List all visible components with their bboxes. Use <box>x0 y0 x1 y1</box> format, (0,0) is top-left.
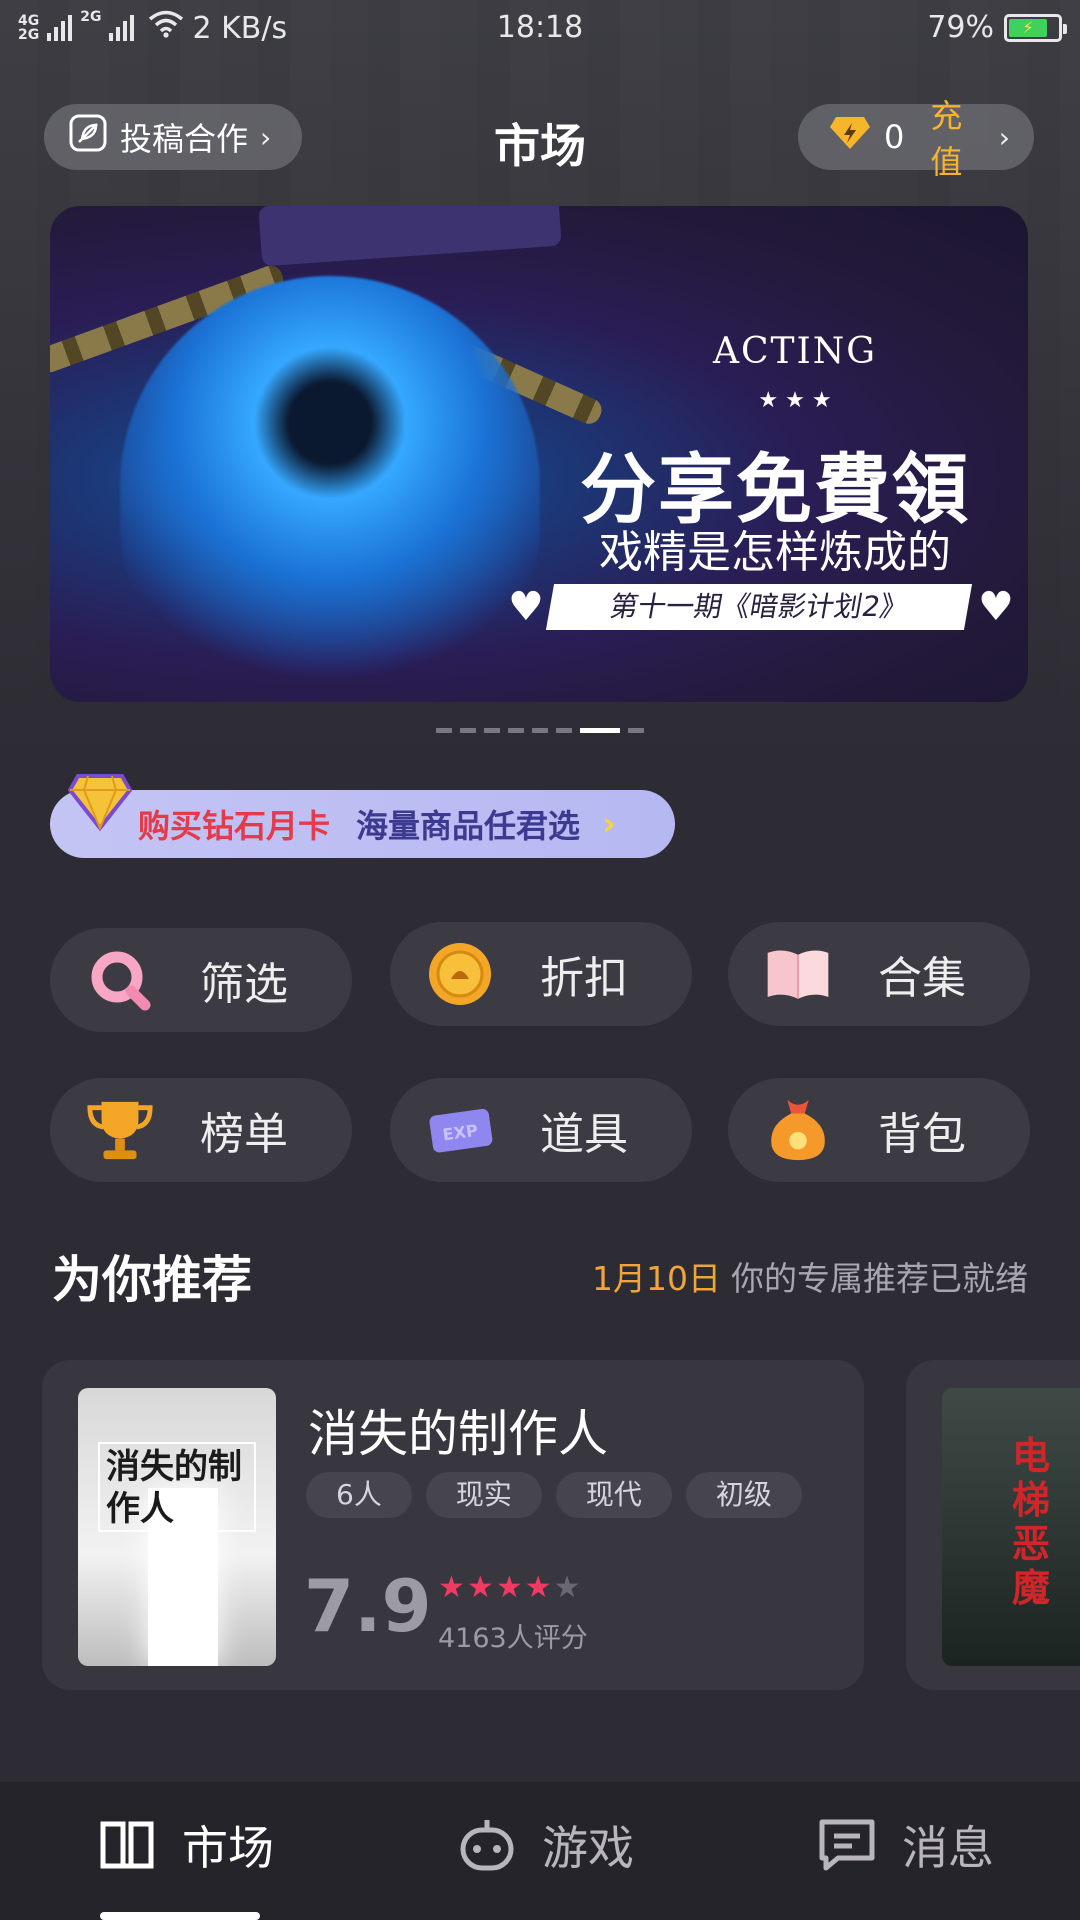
recommend-date: 1月10日 <box>592 1259 721 1298</box>
game-cover: 消失的制作人 <box>78 1388 276 1666</box>
game-tags: 6人 现实 现代 初级 <box>306 1472 802 1518</box>
game-tag: 现实 <box>425 1472 542 1518</box>
filter-button[interactable]: 筛选 <box>50 928 352 1032</box>
ranking-button[interactable]: 榜单 <box>50 1078 352 1182</box>
chat-icon <box>818 1816 876 1874</box>
section-title: 为你推荐 <box>52 1251 252 1309</box>
book-open-icon <box>98 1816 156 1874</box>
book-icon <box>764 940 832 1008</box>
clock: 18:18 <box>496 10 584 45</box>
star-icon: ★ <box>553 1570 583 1605</box>
nav-games[interactable]: 游戏 <box>458 1812 634 1878</box>
status-bar: 4G 2G 2G 2 KB/s 18:18 79% ⚡ <box>0 0 1080 56</box>
banner-pagination <box>0 728 1080 733</box>
ranking-label: 榜单 <box>200 1109 288 1160</box>
nav-market-label: 市场 <box>182 1821 274 1875</box>
diamond-count: 0 <box>884 118 905 156</box>
game-cover: 电梯恶魔 <box>942 1388 1080 1666</box>
coin-icon <box>426 940 494 1008</box>
collection-label: 合集 <box>878 953 966 1004</box>
filter-label: 筛选 <box>200 959 288 1010</box>
battery-icon: ⚡ <box>1004 13 1067 42</box>
diamond-card-promo[interactable]: 购买钻石月卡 海量商品任君选 › <box>50 774 675 858</box>
pagination-dot[interactable] <box>532 728 548 733</box>
pagination-dot[interactable] <box>556 728 572 733</box>
game-tag: 初级 <box>685 1472 802 1518</box>
star-icon: ★ <box>438 1570 467 1605</box>
promo-label-red: 购买钻石月卡 <box>138 807 331 845</box>
banner-subline: 戏精是怎样炼成的 <box>599 527 951 578</box>
search-icon <box>86 946 154 1014</box>
money-bag-icon <box>764 1096 832 1164</box>
backpack-button[interactable]: 背包 <box>728 1078 1030 1182</box>
banner-ribbon: 第十一期《暗影计划2》 <box>545 584 973 630</box>
star-icon: ★ <box>466 1570 496 1605</box>
heart-icon: ♥ <box>978 584 1014 630</box>
exp-ticket-icon: EXP <box>426 1096 494 1164</box>
star-icon: ★ <box>495 1570 525 1605</box>
chevron-right-icon: › <box>998 120 1010 154</box>
gamepad-icon <box>458 1816 516 1874</box>
banner-stars: ★ ★ ★ <box>758 388 832 413</box>
promo-label-blue: 海量商品任君选 <box>356 807 581 845</box>
header: 投稿合作 › 市场 0 充值 › <box>0 97 1080 181</box>
discount-button[interactable]: 折扣 <box>390 922 692 1026</box>
gem-icon <box>67 772 133 832</box>
cover-title: 电梯恶魔 <box>1012 1433 1051 1610</box>
game-tag: 现代 <box>555 1472 672 1518</box>
banner-ghost-art <box>120 276 540 696</box>
bottom-nav: 市场 游戏 消息 <box>0 1782 1080 1920</box>
cover-title: 消失的制作人 <box>106 1447 242 1529</box>
pagination-dot[interactable] <box>436 728 452 733</box>
items-button[interactable]: EXP 道具 <box>390 1078 692 1182</box>
trophy-icon <box>86 1096 154 1164</box>
pagination-dot[interactable] <box>628 728 644 733</box>
nav-messages-label: 消息 <box>902 1821 994 1875</box>
nav-games-label: 游戏 <box>542 1821 634 1875</box>
star-icon: ★ <box>524 1570 554 1605</box>
recharge-button[interactable]: 0 充值 › <box>798 97 1034 181</box>
rater-count: 4163人评分 <box>438 1623 588 1654</box>
promo-banner[interactable]: ACTING ★ ★ ★ 分享免費領 戏精是怎样炼成的 ♥ 第十一期《暗影计划2… <box>50 206 1028 702</box>
section-note: 1月10日 你的专属推荐已就绪 <box>592 1252 1028 1300</box>
star-rating: ★★★★★ <box>438 1570 583 1605</box>
nav-market[interactable]: 市场 <box>98 1812 274 1878</box>
chevron-right-icon: › <box>602 804 617 844</box>
pagination-dot[interactable] <box>580 728 620 733</box>
banner-keyboard-art <box>258 206 562 267</box>
recharge-label: 充值 <box>930 97 963 181</box>
pagination-dot[interactable] <box>508 728 524 733</box>
heart-icon: ♥ <box>508 584 544 630</box>
status-right: 79% ⚡ <box>927 10 1067 45</box>
game-score: 7.9 <box>304 1564 432 1648</box>
items-label: 道具 <box>540 1109 628 1160</box>
collection-button[interactable]: 合集 <box>728 922 1030 1026</box>
recommend-note: 你的专属推荐已就绪 <box>731 1259 1028 1298</box>
pagination-dot[interactable] <box>460 728 476 733</box>
game-card[interactable]: 电梯恶魔 <box>906 1360 1080 1690</box>
battery-percent: 79% <box>927 10 994 45</box>
diamond-icon <box>828 115 872 159</box>
game-tag: 6人 <box>306 1472 412 1518</box>
pagination-dot[interactable] <box>484 728 500 733</box>
backpack-label: 背包 <box>878 1109 966 1160</box>
nav-active-indicator <box>100 1912 260 1920</box>
discount-label: 折扣 <box>540 953 628 1004</box>
banner-eyebrow: ACTING <box>712 331 878 372</box>
battery-level: ⚡ <box>1009 18 1047 37</box>
game-title: 消失的制作人 <box>308 1405 608 1463</box>
game-card[interactable]: 消失的制作人 消失的制作人 6人 现实 现代 初级 7.9 ★★★★★ 4163… <box>42 1360 864 1690</box>
nav-messages[interactable]: 消息 <box>818 1812 994 1878</box>
